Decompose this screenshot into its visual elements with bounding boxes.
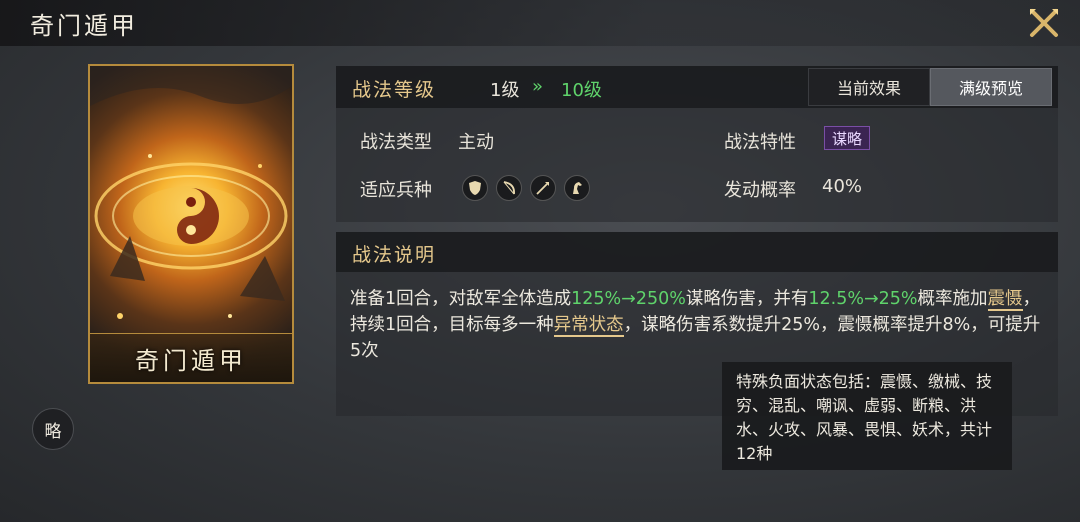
trigger-value: 40% <box>822 176 863 197</box>
horse-icon <box>564 175 590 201</box>
units-label: 适应兵种 <box>360 180 432 201</box>
current-level: 1级 <box>490 80 520 101</box>
tab-max-preview[interactable]: 满级预览 <box>930 68 1052 106</box>
desc-part-3: 概率施加 <box>917 289 988 309</box>
title-bar: 奇门遁甲 <box>0 0 1080 46</box>
card-name-plate: 奇门遁甲 <box>90 333 292 382</box>
tab-current-effect[interactable]: 当前效果 <box>808 68 930 106</box>
type-label: 战法类型 <box>360 132 432 153</box>
strategy-badge[interactable]: 略 <box>32 408 74 450</box>
card-name: 奇门遁甲 <box>135 346 247 375</box>
spear-icon <box>530 175 556 201</box>
description-text: 准备1回合，对敌军全体造成125%→250%谋略伤害，并有12.5%→25%概率… <box>350 286 1050 364</box>
level-header: 战法等级 1级 » 10级 当前效果 满级预览 <box>336 66 1058 108</box>
desc-part-2: 谋略伤害，并有 <box>685 289 809 309</box>
tactic-card: 奇门遁甲 <box>88 64 294 384</box>
max-level: 10级 <box>561 80 602 101</box>
desc-part-1: 准备1回合，对敌军全体造成 <box>350 289 572 309</box>
type-value: 主动 <box>458 132 494 153</box>
level-label: 战法等级 <box>352 79 437 101</box>
close-icon <box>1030 9 1058 37</box>
abnormal-status-tooltip: 特殊负面状态包括：震慑、缴械、技穷、混乱、嘲讽、虚弱、断粮、洪水、火攻、风暴、畏… <box>722 362 1012 470</box>
status-link-abnormal[interactable]: 异常状态 <box>553 315 624 337</box>
damage-range: 125%→250% <box>571 289 686 309</box>
status-link-deter[interactable]: 震慑 <box>987 289 1023 311</box>
trait-label: 战法特性 <box>724 132 796 153</box>
trigger-label: 发动概率 <box>724 180 796 201</box>
close-button[interactable] <box>1024 4 1064 42</box>
description-label: 战法说明 <box>352 244 437 266</box>
double-chevron-right-icon: » <box>532 76 544 97</box>
bow-icon <box>496 175 522 201</box>
description-header: 战法说明 <box>336 232 1058 272</box>
tactic-info-panel: 战法等级 1级 » 10级 当前效果 满级预览 战法类型 主动 战法特性 谋略 … <box>336 66 1058 222</box>
trait-tag: 谋略 <box>824 126 870 150</box>
shield-icon <box>462 175 488 201</box>
window-title: 奇门遁甲 <box>30 12 138 40</box>
chance-range: 12.5%→25% <box>808 289 918 309</box>
